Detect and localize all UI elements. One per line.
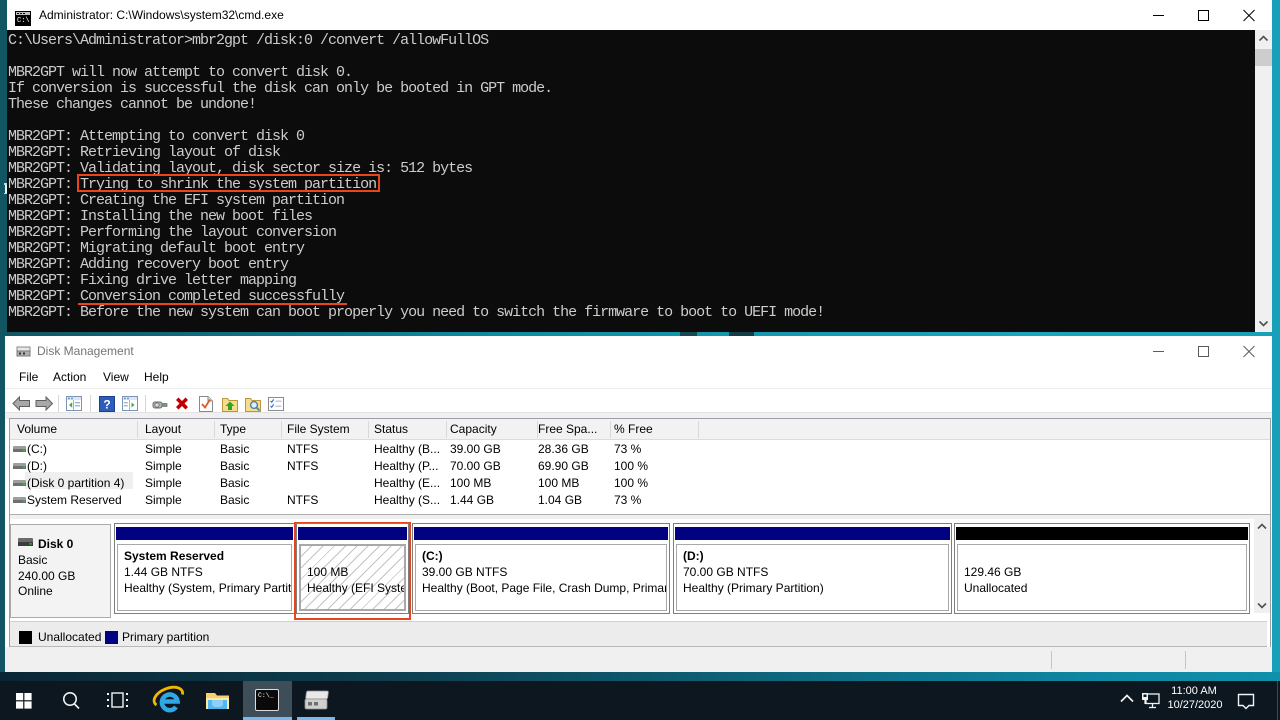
svg-text:C:\_: C:\_ [258, 692, 274, 699]
svg-text:?: ? [103, 398, 110, 412]
svg-text:C:\: C:\ [17, 17, 30, 25]
